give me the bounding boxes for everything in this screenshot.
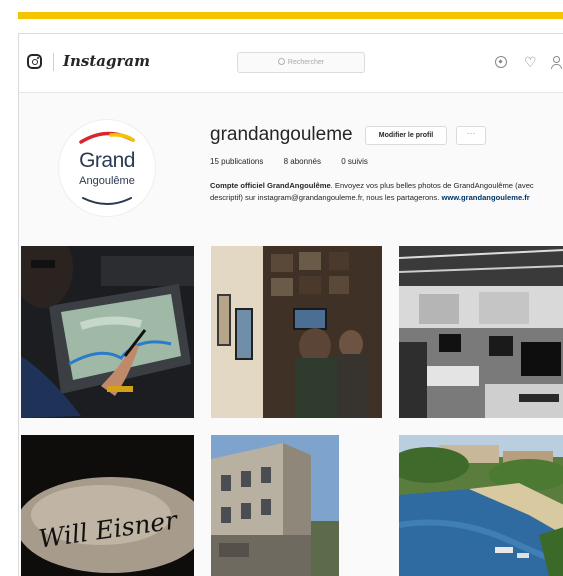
instagram-glyph-icon[interactable]	[27, 54, 42, 69]
post-thumbnail-office-wall[interactable]	[211, 246, 382, 418]
post-thumbnail-river[interactable]	[399, 435, 563, 576]
search-icon	[277, 58, 285, 65]
post-image	[399, 246, 563, 418]
profile-username: grandangouleme	[210, 124, 353, 145]
top-nav-bar: Instagram Rechercher ♡	[19, 34, 563, 93]
compass-icon[interactable]	[495, 56, 507, 68]
profile-stats: 15 publications 8 abonnés 0 suivis	[210, 157, 386, 166]
post-thumbnail-artist[interactable]	[21, 246, 194, 418]
options-button[interactable]: ···	[456, 126, 486, 145]
search-input[interactable]: Rechercher	[237, 52, 365, 73]
posts-count[interactable]: 15 publications	[210, 157, 263, 166]
post-image	[211, 435, 339, 576]
logo-text-grand: Grand	[79, 149, 135, 172]
nav-divider	[53, 53, 54, 71]
user-icon[interactable]	[551, 56, 563, 69]
bio-link[interactable]: www.grandangouleme.fr	[441, 193, 529, 202]
logo-text-angouleme: Angoulême	[79, 175, 135, 187]
instagram-window: Instagram Rechercher ♡ Grand Angoulême g…	[18, 33, 563, 576]
profile-bio: Compte officiel GrandAngoulême. Envoyez …	[210, 180, 555, 204]
accent-bar	[18, 12, 563, 19]
post-thumbnail-building[interactable]	[211, 435, 339, 576]
heart-icon[interactable]: ♡	[524, 55, 537, 69]
profile-avatar[interactable]: Grand Angoulême	[59, 120, 155, 216]
post-thumbnail-will-eisner[interactable]: Will Eisner	[21, 435, 194, 576]
search-placeholder: Rechercher	[287, 59, 325, 66]
post-image	[211, 246, 382, 418]
edit-profile-button[interactable]: Modifier le profil	[365, 126, 447, 145]
post-image	[399, 435, 563, 576]
post-image: Will Eisner	[21, 435, 194, 576]
bio-name: Compte officiel GrandAngoulême	[210, 181, 331, 190]
following-count[interactable]: 0 suivis	[341, 157, 368, 166]
post-thumbnail-open-office[interactable]	[399, 246, 563, 418]
post-image	[21, 246, 194, 418]
followers-count[interactable]: 8 abonnés	[284, 157, 321, 166]
instagram-wordmark[interactable]: Instagram	[63, 52, 150, 70]
